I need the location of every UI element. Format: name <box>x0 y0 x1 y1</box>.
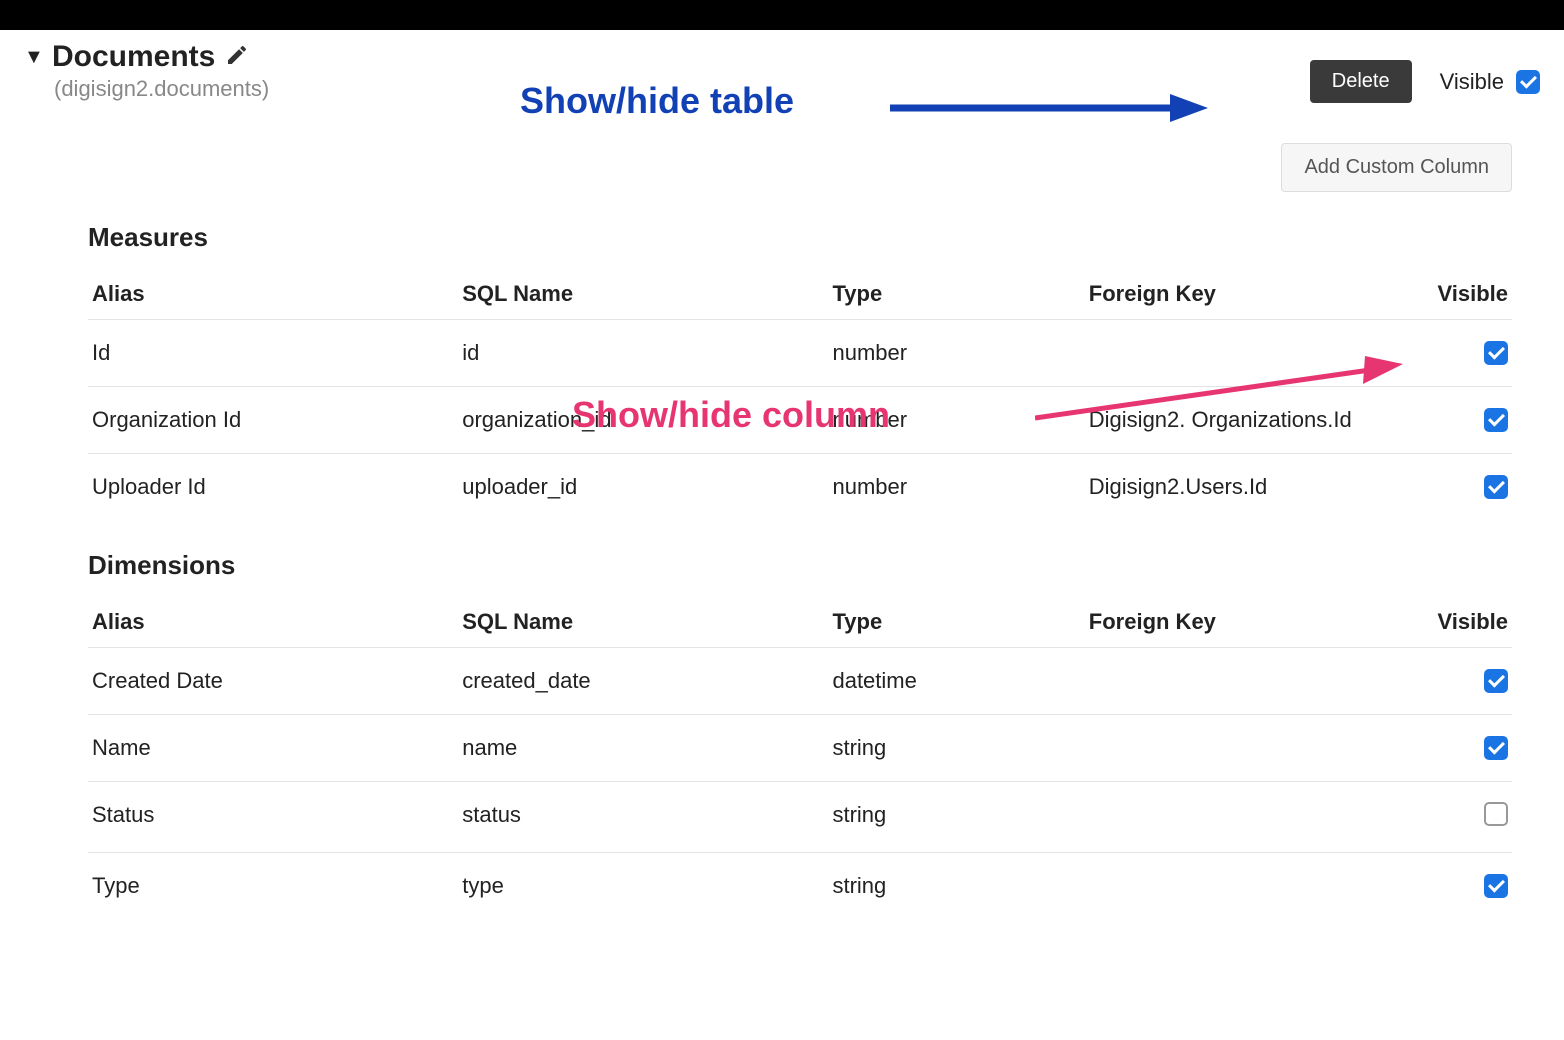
col-header-sql-name: SQL Name <box>458 271 828 320</box>
cell-type: number <box>828 320 1084 387</box>
column-visible-checkbox[interactable] <box>1484 874 1508 898</box>
table-row: Typetypestring <box>88 853 1512 920</box>
cell-foreign-key: Digisign2.Users.Id <box>1085 454 1398 521</box>
cell-sql-name: created_date <box>458 648 828 715</box>
cell-sql-name: id <box>458 320 828 387</box>
cell-alias: Created Date <box>88 648 458 715</box>
table-header-row: ▼ Documents (digisign2.documents) Delete… <box>24 40 1540 103</box>
cell-visible <box>1398 782 1512 853</box>
cell-type: string <box>828 853 1084 920</box>
table-row: Statusstatusstring <box>88 782 1512 853</box>
cell-alias: Status <box>88 782 458 853</box>
disclosure-triangle-icon[interactable]: ▼ <box>24 46 42 69</box>
column-visible-checkbox[interactable] <box>1484 736 1508 760</box>
table-row: Uploader Iduploader_idnumberDigisign2.Us… <box>88 454 1512 521</box>
pencil-icon[interactable] <box>225 43 249 72</box>
cell-alias: Uploader Id <box>88 454 458 521</box>
cell-sql-name: organization_id <box>458 387 828 454</box>
cell-foreign-key: Digisign2. Organizations.Id <box>1085 387 1398 454</box>
cell-type: number <box>828 387 1084 454</box>
cell-sql-name: name <box>458 715 828 782</box>
table-qualified-name: (digisign2.documents) <box>54 76 269 102</box>
col-header-alias: Alias <box>88 599 458 648</box>
cell-visible <box>1398 387 1512 454</box>
table-visible-toggle: Visible <box>1440 69 1540 95</box>
cell-sql-name: type <box>458 853 828 920</box>
cell-sql-name: uploader_id <box>458 454 828 521</box>
cell-alias: Type <box>88 853 458 920</box>
column-visible-checkbox[interactable] <box>1484 475 1508 499</box>
cell-visible <box>1398 454 1512 521</box>
cell-alias: Id <box>88 320 458 387</box>
cell-alias: Organization Id <box>88 387 458 454</box>
cell-foreign-key <box>1085 648 1398 715</box>
cell-type: number <box>828 454 1084 521</box>
column-visible-checkbox[interactable] <box>1484 802 1508 826</box>
cell-foreign-key <box>1085 715 1398 782</box>
cell-type: string <box>828 715 1084 782</box>
cell-alias: Name <box>88 715 458 782</box>
dimensions-table: Alias SQL Name Type Foreign Key Visible … <box>88 599 1512 919</box>
cell-visible <box>1398 320 1512 387</box>
add-custom-column-button[interactable]: Add Custom Column <box>1281 143 1512 192</box>
cell-visible <box>1398 715 1512 782</box>
column-visible-checkbox[interactable] <box>1484 341 1508 365</box>
col-header-foreign-key: Foreign Key <box>1085 271 1398 320</box>
delete-button[interactable]: Delete <box>1310 60 1412 103</box>
col-header-type: Type <box>828 271 1084 320</box>
dimensions-section-title: Dimensions <box>88 550 1512 581</box>
cell-visible <box>1398 853 1512 920</box>
cell-type: datetime <box>828 648 1084 715</box>
table-visible-checkbox[interactable] <box>1516 70 1540 94</box>
cell-sql-name: status <box>458 782 828 853</box>
table-row: Created Datecreated_datedatetime <box>88 648 1512 715</box>
col-header-type: Type <box>828 599 1084 648</box>
measures-table: Alias SQL Name Type Foreign Key Visible … <box>88 271 1512 520</box>
cell-type: string <box>828 782 1084 853</box>
cell-foreign-key <box>1085 320 1398 387</box>
table-title: Documents <box>52 40 215 74</box>
cell-foreign-key <box>1085 853 1398 920</box>
cell-visible <box>1398 648 1512 715</box>
col-header-visible: Visible <box>1398 271 1512 320</box>
col-header-alias: Alias <box>88 271 458 320</box>
measures-section-title: Measures <box>88 222 1512 253</box>
table-row: Organization Idorganization_idnumberDigi… <box>88 387 1512 454</box>
table-row: Ididnumber <box>88 320 1512 387</box>
table-row: Namenamestring <box>88 715 1512 782</box>
title-block: ▼ Documents (digisign2.documents) <box>24 40 269 102</box>
column-visible-checkbox[interactable] <box>1484 408 1508 432</box>
col-header-sql-name: SQL Name <box>458 599 828 648</box>
col-header-visible: Visible <box>1398 599 1512 648</box>
cell-foreign-key <box>1085 782 1398 853</box>
column-visible-checkbox[interactable] <box>1484 669 1508 693</box>
window-titlebar <box>0 0 1564 30</box>
visible-label: Visible <box>1440 69 1504 95</box>
col-header-foreign-key: Foreign Key <box>1085 599 1398 648</box>
